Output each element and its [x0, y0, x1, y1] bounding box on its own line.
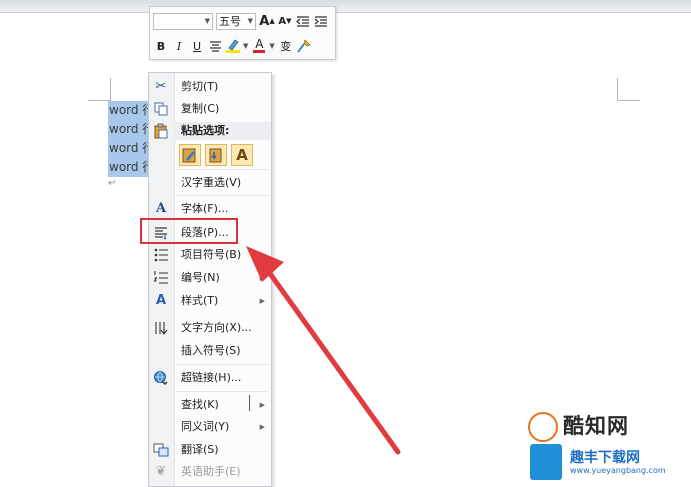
arrow-shape: [246, 246, 401, 455]
logo-circle-icon: [528, 412, 558, 442]
house-logo-icon: [530, 444, 562, 480]
